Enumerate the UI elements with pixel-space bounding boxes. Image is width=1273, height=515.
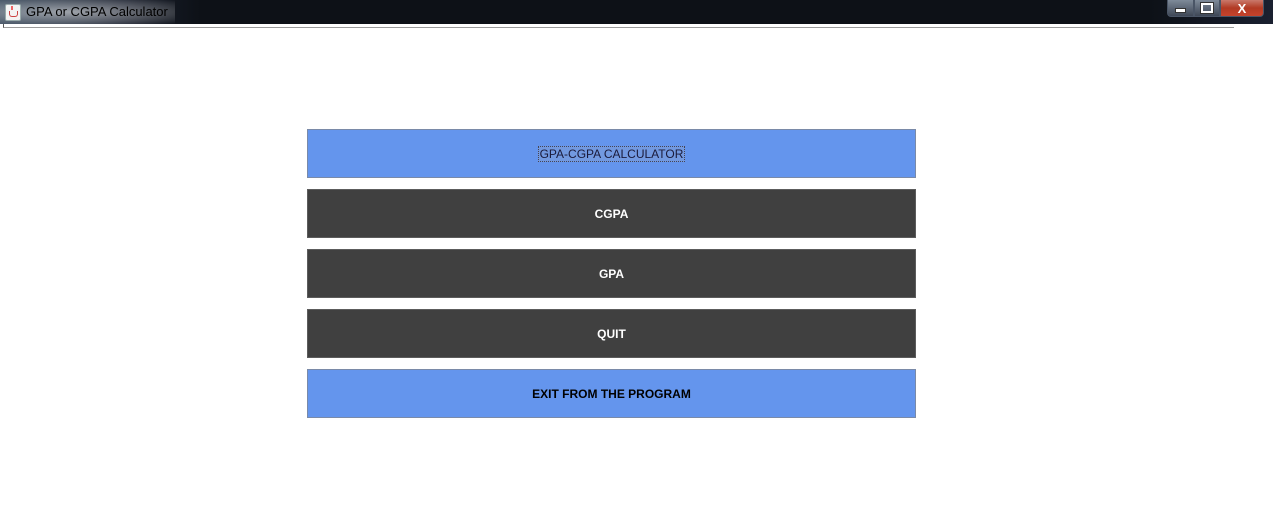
java-cup-icon[interactable] (5, 4, 21, 21)
app-heading: GPA-CGPA CALCULATOR (537, 145, 686, 162)
close-icon: X (1237, 0, 1247, 16)
window-title-bar[interactable]: GPA or CGPA Calculator X (0, 0, 1273, 24)
cgpa-button-label: CGPA (594, 206, 629, 221)
maximize-icon (1200, 2, 1214, 14)
minimize-button[interactable] (1167, 0, 1194, 17)
gpa-button-label: GPA (598, 266, 625, 281)
exit-button[interactable]: EXIT FROM THE PROGRAM (307, 369, 916, 418)
header-panel: GPA-CGPA CALCULATOR (307, 129, 916, 178)
maximize-button[interactable] (1194, 0, 1220, 17)
window-controls: X (1167, 0, 1264, 17)
quit-button-label: QUIT (597, 326, 626, 341)
quit-button[interactable]: QUIT (307, 309, 916, 358)
close-button[interactable]: X (1220, 0, 1264, 17)
cgpa-button[interactable]: CGPA (307, 189, 916, 238)
gpa-button[interactable]: GPA (307, 249, 916, 298)
menu-bar-divider (3, 24, 1234, 28)
minimize-icon (1175, 8, 1186, 13)
cup-mark (9, 11, 18, 17)
exit-button-label: EXIT FROM THE PROGRAM (532, 386, 691, 401)
window-title: GPA or CGPA Calculator (26, 4, 168, 19)
steam-mark (11, 6, 13, 10)
